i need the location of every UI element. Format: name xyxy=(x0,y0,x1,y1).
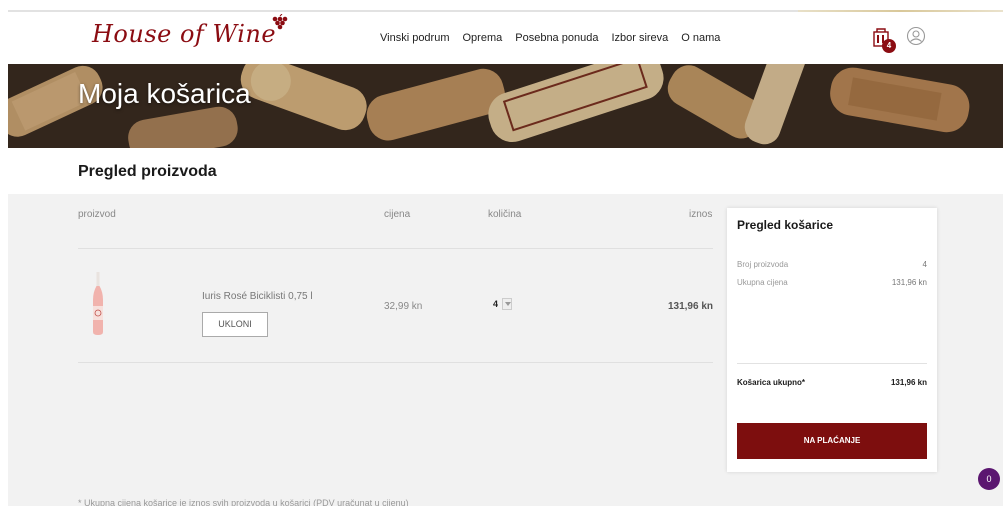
summary-divider xyxy=(737,363,927,364)
quantity-select[interactable]: 4 xyxy=(493,298,513,310)
summary-value: 131,96 kn xyxy=(891,278,927,287)
col-header-amount: iznos xyxy=(689,209,713,220)
product-image[interactable] xyxy=(90,272,106,336)
nav-item-posebna-ponuda[interactable]: Posebna ponuda xyxy=(515,32,598,44)
footnote: * Ukupna cijena košarice je iznos svih p… xyxy=(78,498,409,506)
nav-item-izbor-sireva[interactable]: Izbor sireva xyxy=(611,32,668,44)
checkout-button[interactable]: NA PLAĆANJE xyxy=(737,423,927,459)
grapes-icon xyxy=(272,14,288,30)
section-title: Pregled proizvoda xyxy=(78,163,217,180)
col-header-product: proizvod xyxy=(78,209,116,220)
page-title: Moja košarica xyxy=(78,78,251,109)
summary-total-value: 131,96 kn xyxy=(890,378,927,387)
user-icon[interactable] xyxy=(906,26,926,46)
table-divider-bottom xyxy=(78,362,713,363)
product-price: 32,99 kn xyxy=(384,301,423,312)
chat-widget-button[interactable]: 0 xyxy=(978,468,1000,490)
summary-row-count: Broj proizvoda 4 xyxy=(737,260,927,269)
summary-label: Ukupna cijena xyxy=(737,278,788,287)
cart-count-badge: 4 xyxy=(882,39,896,53)
logo-text: House of Wine xyxy=(92,20,277,48)
col-header-quantity: količina xyxy=(488,209,522,220)
page-banner: Moja košarica xyxy=(8,64,1003,148)
summary-total-label: Košarica ukupno* xyxy=(737,378,806,387)
nav-item-o-nama[interactable]: O nama xyxy=(681,32,720,44)
cart-summary-card: Pregled košarice Broj proizvoda 4 Ukupna… xyxy=(727,208,937,472)
summary-label: Broj proizvoda xyxy=(737,260,789,269)
chevron-down-icon[interactable] xyxy=(502,298,513,310)
main-nav: Vinski podrum Oprema Posebna ponuda Izbo… xyxy=(380,32,720,44)
col-header-price: cijena xyxy=(384,209,411,220)
table-divider-top xyxy=(78,248,713,249)
nav-item-vinski-podrum[interactable]: Vinski podrum xyxy=(380,32,450,44)
summary-total-row: Košarica ukupno* 131,96 kn xyxy=(737,378,927,387)
summary-value: 4 xyxy=(922,260,927,269)
cart-content: proizvod cijena količina iznos Iuris Ros… xyxy=(8,194,1003,506)
nav-item-oprema[interactable]: Oprema xyxy=(463,32,503,44)
remove-button[interactable]: UKLONI xyxy=(202,312,268,337)
quantity-value: 4 xyxy=(493,299,499,309)
summary-title: Pregled košarice xyxy=(737,218,834,232)
site-header: House of Wine Vinski podrum Oprema Poseb… xyxy=(8,12,1003,64)
site-logo[interactable]: House of Wine xyxy=(92,14,288,48)
row-amount: 131,96 kn xyxy=(667,301,713,312)
product-name[interactable]: Iuris Rosé Biciklisti 0,75 l xyxy=(202,291,313,302)
summary-row-price: Ukupna cijena 131,96 kn xyxy=(737,278,927,287)
